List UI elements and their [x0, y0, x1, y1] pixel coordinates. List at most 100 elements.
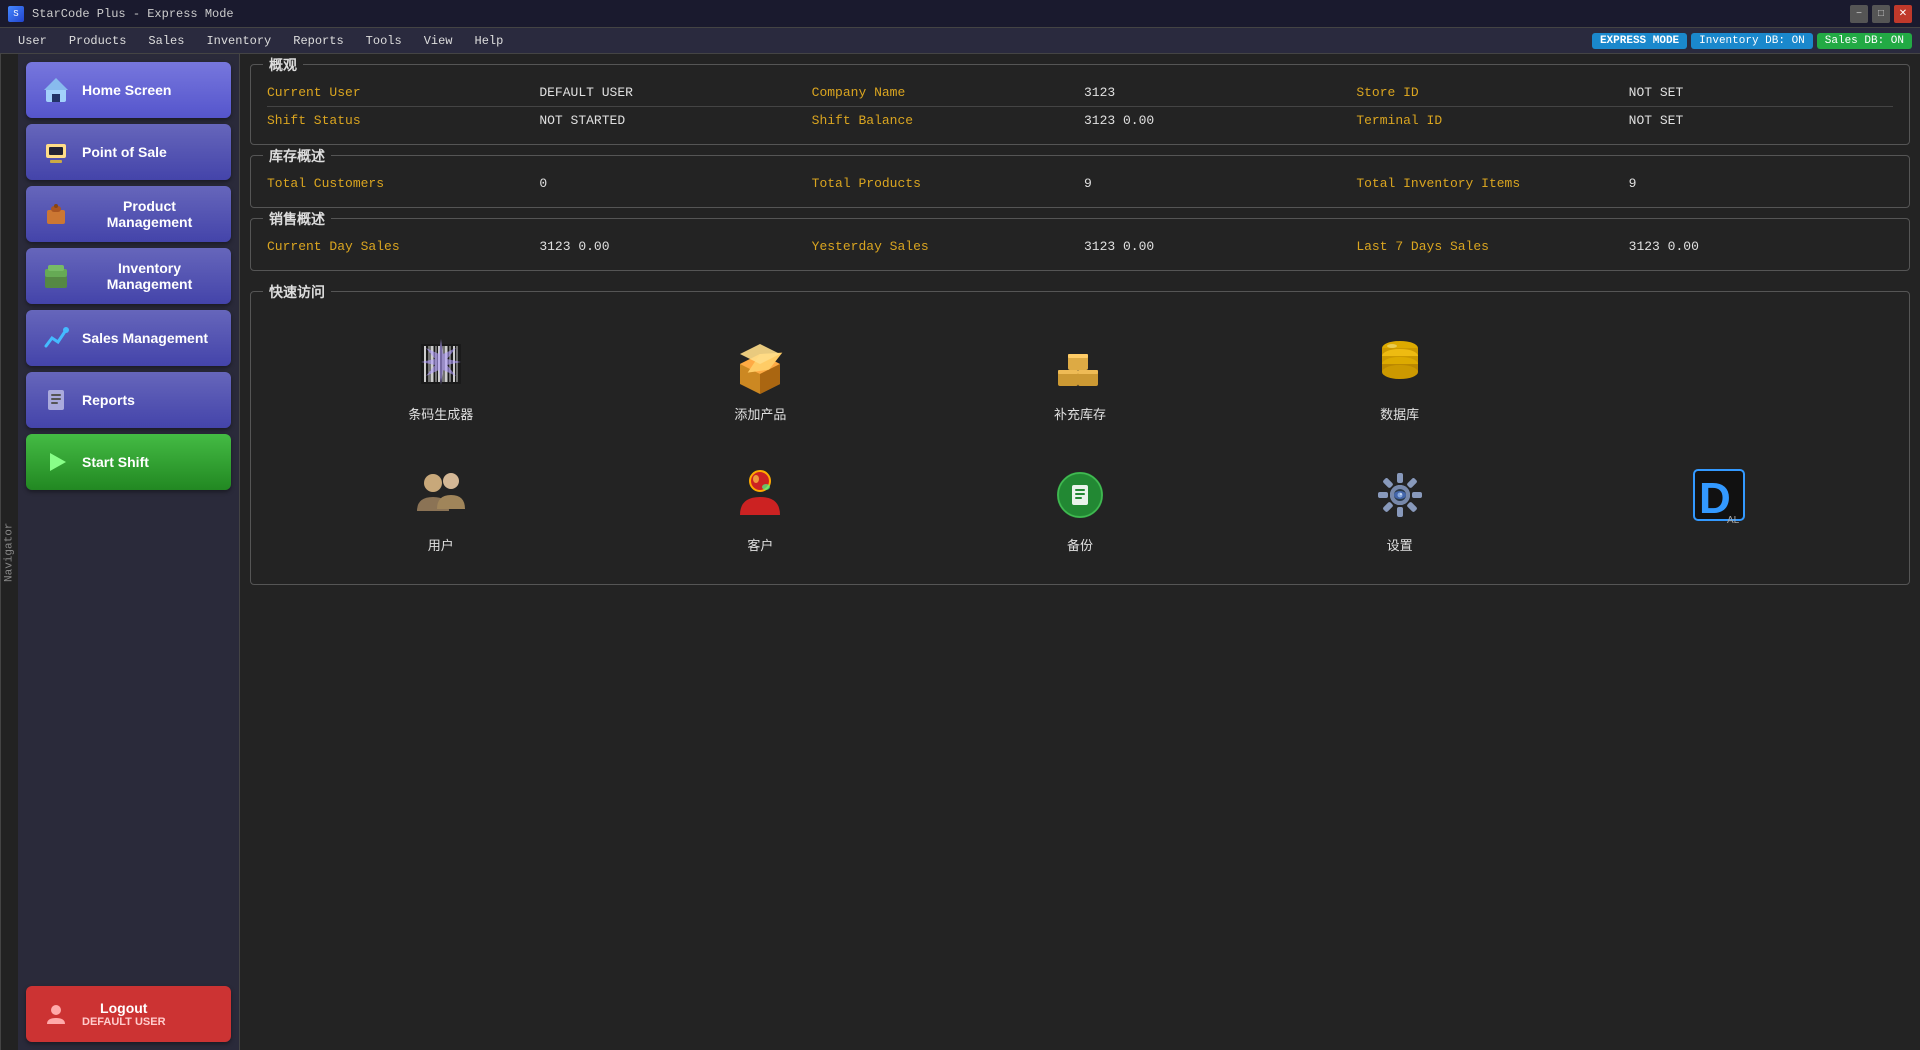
- yesterday-sales-label: Yesterday Sales: [812, 239, 1076, 254]
- overview-row-2: Shift Status NOT STARTED Shift Balance 3…: [267, 109, 1893, 132]
- quick-access-grid: 条码生成器 添加产: [251, 292, 1909, 584]
- sidebar-item-sales-management[interactable]: Sales Management: [26, 310, 231, 366]
- quick-dlogo[interactable]: D AL: [1569, 453, 1869, 564]
- overview-panel: 概观 Current User DEFAULT USER Company Nam…: [250, 64, 1910, 145]
- menu-bar: User Products Sales Inventory Reports To…: [0, 28, 1920, 54]
- logout-label: Logout: [82, 1000, 166, 1016]
- sidebar-item-reports[interactable]: Reports: [26, 372, 231, 428]
- inventory-overview-content: Total Customers 0 Total Products 9 Total…: [251, 156, 1909, 207]
- menu-inventory[interactable]: Inventory: [196, 31, 281, 51]
- customers-label: 客户: [747, 535, 773, 554]
- menu-sales[interactable]: Sales: [138, 31, 194, 51]
- customers-icon: [728, 463, 792, 527]
- title-bar-left: S StarCode Plus - Express Mode: [8, 6, 234, 22]
- window-controls: − □ ✕: [1850, 5, 1912, 23]
- quick-backup[interactable]: 备份: [930, 453, 1230, 564]
- overview-row-1: Current User DEFAULT USER Company Name 3…: [267, 81, 1893, 104]
- menu-products[interactable]: Products: [59, 31, 137, 51]
- inventory-icon: [40, 260, 72, 292]
- company-name-label: Company Name: [812, 85, 1076, 100]
- total-customers-value: 0: [539, 176, 803, 191]
- settings-icon: [1368, 463, 1432, 527]
- shift-balance-label: Shift Balance: [812, 113, 1076, 128]
- content-area: 概观 Current User DEFAULT USER Company Nam…: [240, 54, 1920, 1050]
- total-inventory-value: 9: [1629, 176, 1893, 191]
- barcode-generator-label: 条码生成器: [408, 404, 473, 423]
- menu-tools[interactable]: Tools: [356, 31, 412, 51]
- start-shift-label: Start Shift: [82, 454, 149, 470]
- overview-content: Current User DEFAULT USER Company Name 3…: [251, 65, 1909, 144]
- maximize-button[interactable]: □: [1872, 5, 1890, 23]
- database-icon: [1368, 332, 1432, 396]
- sidebar-item-start-shift[interactable]: Start Shift: [26, 434, 231, 490]
- sidebar-item-inventory-management[interactable]: Inventory Management: [26, 248, 231, 304]
- quick-barcode-generator[interactable]: 条码生成器: [291, 322, 591, 433]
- logout-icon: [40, 998, 72, 1030]
- svg-text:AL: AL: [1727, 515, 1740, 525]
- quick-empty-1: [1569, 322, 1869, 433]
- current-user-label: Current User: [267, 85, 531, 100]
- quick-access-panel: 快速访问: [250, 291, 1910, 585]
- menu-user[interactable]: User: [8, 31, 57, 51]
- sidebar-item-home-screen[interactable]: Home Screen: [26, 62, 231, 118]
- main-layout: Navigator Home Screen Point of Sale: [0, 54, 1920, 1050]
- quick-restock[interactable]: 补充库存: [930, 322, 1230, 433]
- sales-overview-title: 销售概述: [263, 209, 331, 229]
- reports-label: Reports: [82, 392, 135, 408]
- company-name-value: 3123: [1084, 85, 1348, 100]
- current-user-value: DEFAULT USER: [539, 85, 803, 100]
- settings-label: 设置: [1387, 535, 1413, 554]
- store-id-value: NOT SET: [1629, 85, 1893, 100]
- terminal-id-value: NOT SET: [1629, 113, 1893, 128]
- home-screen-label: Home Screen: [82, 82, 171, 98]
- quick-add-product[interactable]: 添加产品: [611, 322, 911, 433]
- logout-user: DEFAULT USER: [82, 1016, 166, 1028]
- menu-reports[interactable]: Reports: [283, 31, 353, 51]
- shift-status-value: NOT STARTED: [539, 113, 803, 128]
- quick-settings[interactable]: 设置: [1250, 453, 1550, 564]
- menu-view[interactable]: View: [414, 31, 463, 51]
- shift-balance-value: 3123 0.00: [1084, 113, 1348, 128]
- sidebar-item-point-of-sale[interactable]: Point of Sale: [26, 124, 231, 180]
- inventory-row: Total Customers 0 Total Products 9 Total…: [267, 172, 1893, 195]
- inventory-overview-panel: 库存概述 Total Customers 0 Total Products 9 …: [250, 155, 1910, 208]
- home-icon: [40, 74, 72, 106]
- last7days-sales-value: 3123 0.00: [1629, 239, 1893, 254]
- close-button[interactable]: ✕: [1894, 5, 1912, 23]
- product-icon: [40, 198, 72, 230]
- pos-label: Point of Sale: [82, 144, 167, 160]
- product-management-label: Product Management: [82, 198, 217, 230]
- logout-button[interactable]: Logout DEFAULT USER: [26, 986, 231, 1042]
- quick-users[interactable]: 用户: [291, 453, 591, 564]
- users-icon: [409, 463, 473, 527]
- quick-access-title: 快速访问: [263, 282, 331, 302]
- dlogo-icon: D AL: [1687, 463, 1751, 527]
- overview-title: 概观: [263, 55, 303, 75]
- backup-icon: [1048, 463, 1112, 527]
- title-bar: S StarCode Plus - Express Mode − □ ✕: [0, 0, 1920, 28]
- shift-status-label: Shift Status: [267, 113, 531, 128]
- inventory-management-label: Inventory Management: [82, 260, 217, 292]
- sales-management-label: Sales Management: [82, 330, 208, 346]
- quick-customers[interactable]: 客户: [611, 453, 911, 564]
- sales-row: Current Day Sales 3123 0.00 Yesterday Sa…: [267, 235, 1893, 258]
- quick-database[interactable]: 数据库: [1250, 322, 1550, 433]
- total-products-value: 9: [1084, 176, 1348, 191]
- menu-help[interactable]: Help: [465, 31, 514, 51]
- barcode-icon: [409, 332, 473, 396]
- express-mode-badge: EXPRESS MODE: [1592, 33, 1687, 49]
- sales-db-badge: Sales DB: ON: [1817, 33, 1912, 49]
- top-badges: EXPRESS MODE Inventory DB: ON Sales DB: …: [1592, 33, 1912, 49]
- database-label: 数据库: [1380, 404, 1419, 423]
- store-id-label: Store ID: [1356, 85, 1620, 100]
- inventory-overview-title: 库存概述: [263, 146, 331, 166]
- navigator-label: Navigator: [0, 54, 18, 1050]
- terminal-id-label: Terminal ID: [1356, 113, 1620, 128]
- add-product-icon: [728, 332, 792, 396]
- minimize-button[interactable]: −: [1850, 5, 1868, 23]
- sales-overview-content: Current Day Sales 3123 0.00 Yesterday Sa…: [251, 219, 1909, 270]
- last7days-sales-label: Last 7 Days Sales: [1356, 239, 1620, 254]
- sidebar-item-product-management[interactable]: Product Management: [26, 186, 231, 242]
- current-day-sales-label: Current Day Sales: [267, 239, 531, 254]
- app-title: StarCode Plus - Express Mode: [32, 7, 234, 21]
